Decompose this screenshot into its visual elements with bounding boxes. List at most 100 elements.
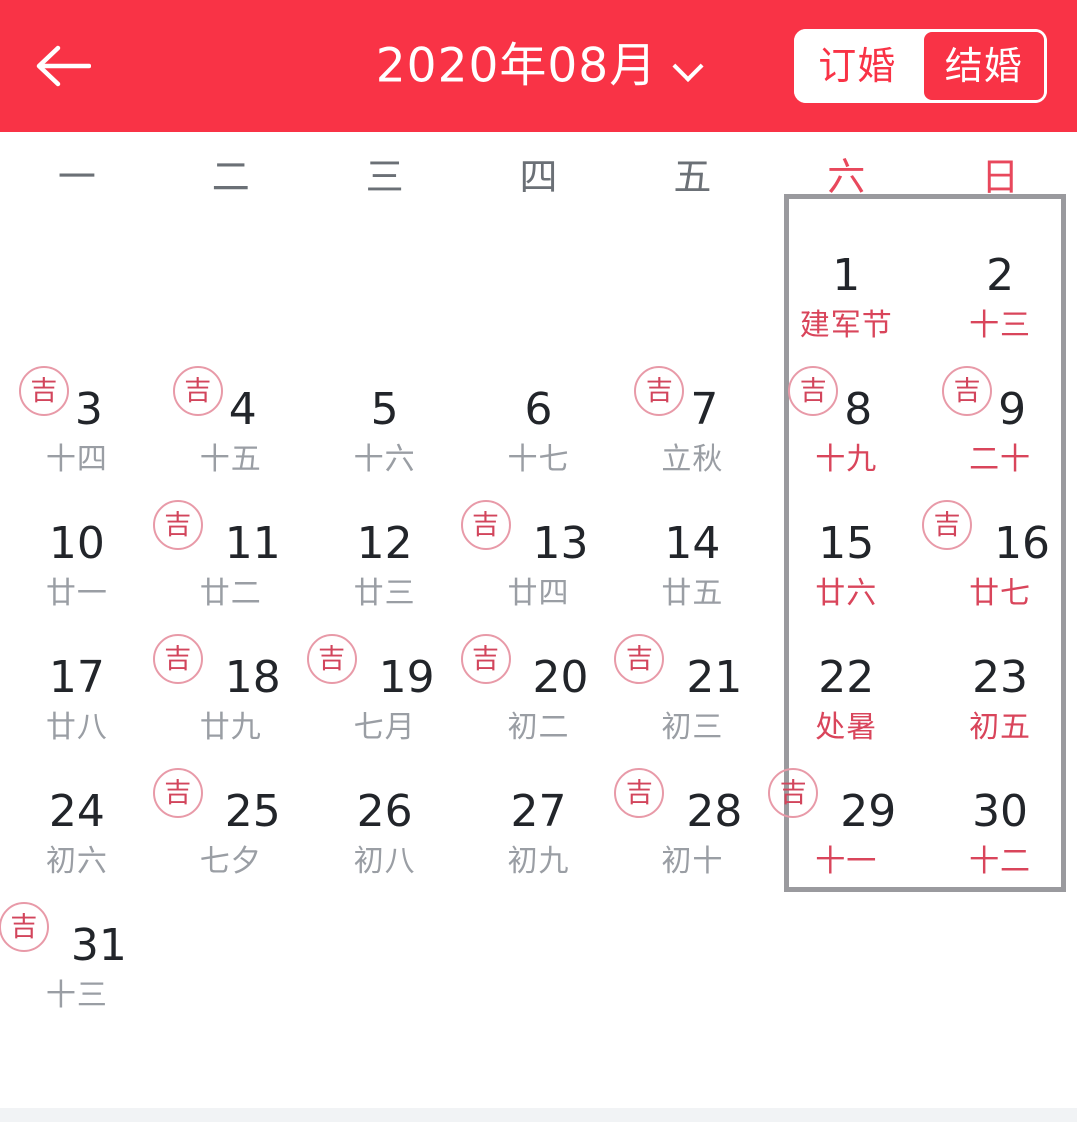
weekday-6: 六: [827, 155, 866, 199]
calendar-day-cell[interactable]: 23 初五: [923, 624, 1077, 758]
day-number: 24: [48, 786, 105, 837]
calendar-day-cell[interactable]: 吉 18 廿九: [152, 624, 308, 758]
back-button[interactable]: [30, 33, 96, 99]
calendar-day-cell[interactable]: 吉 13 廿四: [460, 490, 616, 624]
calendar-day-cell[interactable]: 吉 19 七月: [306, 624, 462, 758]
day-number: 3: [74, 384, 103, 435]
calendar-day-cell[interactable]: 吉 9 二十: [923, 356, 1077, 490]
day-number-row: 12: [308, 514, 462, 566]
lunar-label: 十九: [815, 442, 878, 477]
auspicious-badge-icon: 吉: [172, 366, 223, 416]
calendar-day-cell[interactable]: 吉 16 廿七: [922, 490, 1077, 624]
calendar-day-cell[interactable]: 吉 25 七夕: [152, 758, 308, 892]
day-number: 5: [370, 384, 399, 435]
auspicious-badge-icon: 吉: [0, 902, 49, 952]
lunar-label: 十二: [969, 844, 1032, 879]
calendar-day-cell[interactable]: 吉 7 立秋: [615, 356, 769, 490]
tab-engagement[interactable]: 订婚: [794, 29, 921, 103]
calendar-body: 1 建军节 2 十三吉 3 十四吉 4 十五 5 十六 6 十七吉 7 立秋吉 8 十九吉 9 二十 10 廿一吉 11…: [0, 194, 1077, 1108]
bottom-strip: [0, 1108, 1077, 1122]
lunar-label: 廿九: [199, 710, 262, 745]
day-number-row: 吉 20: [460, 634, 616, 703]
calendar-day-cell[interactable]: 吉 3 十四: [0, 356, 154, 490]
day-number-row: 吉9: [923, 366, 1077, 432]
day-number: 2: [986, 250, 1015, 301]
day-number: 20: [532, 652, 589, 703]
calendar-day-cell[interactable]: 2 十三: [923, 222, 1077, 356]
day-number-row: 5: [308, 380, 462, 432]
event-type-toggle[interactable]: 订婚 结婚: [794, 29, 1047, 103]
calendar-screen: 2020年08月 订婚 结婚 一二三四五六日 1 建军节 2 十三吉 3 十四吉 4 十五 5 十…: [0, 0, 1077, 1122]
day-number-row: 吉 19: [306, 634, 462, 700]
day-number-row: 1: [769, 246, 923, 298]
day-number: 15: [818, 518, 875, 569]
day-number-row: 10: [0, 514, 154, 566]
lunar-label: 廿五: [661, 576, 724, 611]
tab-engagement-label: 订婚: [818, 44, 897, 88]
calendar-day-cell[interactable]: 吉 11 廿二: [152, 490, 308, 624]
day-number: 4: [228, 384, 257, 435]
day-number-row: 2: [923, 246, 1077, 298]
lunar-label: 初九: [507, 844, 570, 879]
calendar-day-cell[interactable]: 26 初八: [308, 758, 462, 892]
day-number-row: 吉 21: [614, 634, 769, 700]
auspicious-badge-icon: 吉: [460, 500, 511, 550]
calendar-day-cell[interactable]: 10 廿一: [0, 490, 154, 624]
auspicious-badge-icon: 吉: [614, 634, 665, 684]
day-number-row: 26: [308, 782, 462, 834]
chevron-down-icon[interactable]: [675, 55, 701, 81]
day-number: 11: [224, 518, 281, 569]
calendar-day-cell[interactable]: 17 廿八: [0, 624, 154, 758]
day-number: 27: [510, 786, 567, 837]
calendar-day-cell[interactable]: 5 十六: [308, 356, 462, 490]
calendar-day-cell[interactable]: 吉 8 十九: [769, 356, 923, 490]
day-number: 22: [818, 652, 875, 703]
day-number: 28: [686, 786, 743, 837]
day-number: 6: [524, 384, 553, 435]
lunar-label: 十五: [199, 442, 262, 477]
page-title: 2020年08月: [375, 38, 658, 94]
calendar-day-cell[interactable]: 吉 20 初二: [460, 624, 616, 758]
day-number: 25: [224, 786, 281, 837]
calendar-day-cell[interactable]: 27 初九: [462, 758, 616, 892]
auspicious-badge-icon: 吉: [614, 768, 665, 818]
weekday-1: 一: [57, 155, 96, 199]
calendar-day-cell[interactable]: 24 初六: [0, 758, 154, 892]
calendar-day-cell[interactable]: 15 廿六: [769, 490, 923, 624]
day-number: 10: [48, 518, 105, 569]
lunar-label: 初六: [45, 844, 108, 879]
calendar-day-cell[interactable]: 6 十七: [462, 356, 616, 490]
calendar-day-cell[interactable]: 吉 29 十一: [768, 758, 923, 892]
day-number-row: 吉4: [154, 366, 308, 435]
calendar-day-cell[interactable]: 吉 28 初十: [614, 758, 769, 892]
day-number: 26: [356, 786, 413, 837]
day-number: 30: [972, 786, 1029, 837]
auspicious-badge-icon: 吉: [18, 366, 69, 416]
calendar-day-cell[interactable]: 14 廿五: [615, 490, 769, 624]
arrow-left-icon: [35, 44, 91, 88]
lunar-label: 初五: [969, 710, 1032, 745]
weekday-4: 四: [519, 155, 558, 199]
weekday-7: 日: [981, 155, 1020, 199]
lunar-label: 七月: [353, 710, 416, 745]
calendar-day-cell[interactable]: 30 十二: [923, 758, 1077, 892]
calendar-day-cell[interactable]: 12 廿三: [308, 490, 462, 624]
calendar-day-cell[interactable]: 吉 21 初三: [614, 624, 769, 758]
day-number-row: 吉8: [769, 366, 923, 432]
tab-wedding[interactable]: 结婚: [920, 29, 1047, 103]
calendar-day-cell[interactable]: 22 处暑: [769, 624, 923, 758]
lunar-label: 十三: [45, 978, 108, 1013]
day-number-row: 吉 13: [460, 500, 616, 566]
auspicious-badge-icon: 吉: [634, 366, 685, 416]
day-number: 7: [690, 384, 719, 435]
day-number-row: 吉 28: [614, 768, 769, 837]
lunar-label: 十三: [969, 308, 1032, 343]
auspicious-badge-icon: 吉: [152, 634, 203, 684]
calendar-day-cell[interactable]: 吉 4 十五: [154, 356, 308, 490]
calendar-day-cell[interactable]: 1 建军节: [769, 222, 923, 356]
weekday-header-row: 一二三四五六日: [0, 132, 1077, 222]
calendar-day-cell[interactable]: 吉 31 十三: [0, 892, 154, 1026]
day-number: 29: [840, 786, 897, 837]
lunar-label: 廿三: [353, 576, 416, 611]
day-number-row: 吉7: [615, 366, 769, 435]
